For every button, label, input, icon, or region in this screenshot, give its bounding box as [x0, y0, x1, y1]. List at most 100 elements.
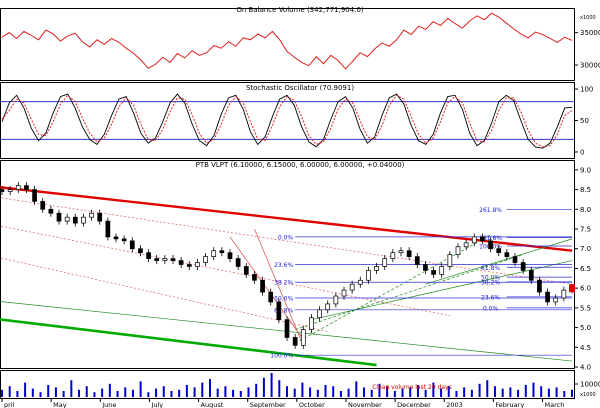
candle-body	[545, 291, 550, 303]
candle-body	[121, 238, 127, 242]
candle-body	[414, 256, 420, 265]
candle-body	[15, 185, 21, 190]
volume-bar	[332, 386, 335, 397]
candle-body	[178, 260, 184, 265]
stochastic-tick-label: 50	[580, 117, 589, 125]
volume-bar	[262, 377, 265, 397]
volume-bar	[555, 387, 558, 397]
price-tick-label: 5.0	[580, 324, 591, 332]
volume-bar	[47, 385, 50, 397]
volume-bar	[54, 387, 57, 397]
volume-bar	[563, 391, 566, 397]
candle-body	[537, 279, 542, 293]
volume-bar	[116, 391, 119, 397]
volume-bar	[247, 387, 250, 397]
candle-body	[480, 236, 485, 242]
volume-bar	[1, 389, 3, 397]
candle-body	[528, 270, 534, 281]
candle-body	[7, 189, 13, 192]
technical-chart: 35000 30000 x1000 100 50 0 9.0 8.5 8.0 7.5 7.0 6.…	[0, 0, 600, 408]
volume-bar	[239, 391, 242, 397]
x-tick-label: pril	[4, 401, 15, 408]
candle-body	[292, 337, 298, 346]
x-tick-label: February	[495, 401, 524, 408]
candle-body	[349, 283, 355, 291]
price-tick-label: 8.0	[580, 206, 591, 214]
fibonacci-level-label: 0.0%	[278, 234, 294, 241]
volume-annotation: Clean volume last 20 days	[372, 384, 452, 391]
candle-body	[398, 250, 404, 254]
volume-bar	[509, 387, 512, 397]
price-tick-label: 4.0	[580, 364, 591, 372]
fibonacci-extension-label: 23.6%	[481, 294, 500, 301]
candle-body	[333, 295, 339, 305]
price-title: PTB VLPT (6.10000, 6.15000, 6.00000, 6.0…	[196, 161, 405, 169]
volume-bar	[93, 392, 96, 397]
volume-bar	[363, 387, 366, 397]
candle-body	[268, 291, 274, 303]
candle-body	[227, 252, 233, 259]
volume-bar	[16, 391, 19, 397]
volume-bar	[193, 387, 196, 397]
volume-bar	[486, 380, 489, 397]
candle-body	[243, 266, 249, 275]
candle-body	[366, 270, 371, 281]
price-tick-label: 9.0	[580, 166, 591, 174]
price-tick-label: 8.5	[580, 186, 591, 194]
volume-bar	[255, 383, 258, 397]
volume-bar	[393, 391, 396, 397]
candle-body	[561, 289, 567, 299]
volume-bar	[316, 389, 319, 397]
volume-bar	[139, 381, 142, 397]
candle-body	[471, 236, 477, 244]
fibonacci-level-label: 38.2%	[274, 280, 293, 287]
volume-bar	[70, 380, 73, 397]
candle-body	[252, 274, 257, 281]
candle-body	[374, 266, 379, 271]
candle-body	[431, 270, 436, 275]
volume-bar	[547, 388, 550, 397]
volume-bar	[270, 373, 273, 397]
candle-body	[553, 297, 559, 303]
candle-body	[154, 258, 160, 261]
volume-bar	[493, 386, 496, 397]
candle-body	[463, 242, 469, 248]
volume-bar	[347, 388, 350, 397]
x-tick-label: November	[348, 401, 382, 408]
x-tick-label: September	[250, 401, 286, 408]
volume-bar	[216, 388, 219, 397]
obv-tick-label: 35000	[580, 29, 600, 37]
price-tick-label: 7.0	[580, 245, 591, 253]
x-tick-label: March	[545, 401, 565, 408]
candle-body	[455, 246, 461, 255]
candle-body	[105, 220, 111, 238]
candle-body	[195, 262, 200, 267]
fibonacci-level-label: 100.0%	[270, 353, 293, 360]
volume-bar	[178, 389, 181, 397]
volume-bar	[101, 388, 104, 397]
volume-bar	[501, 388, 504, 397]
volume-bar	[355, 381, 358, 397]
volume-bar	[517, 389, 520, 397]
candle-body	[325, 303, 331, 311]
volume-bar	[170, 391, 173, 397]
volume-unit-label: x1000	[580, 392, 596, 398]
candle-body	[0, 189, 5, 192]
volume-bar	[208, 379, 211, 397]
price-tick-label: 6.0	[580, 285, 591, 293]
last-price-marker	[569, 284, 575, 293]
candle-body	[211, 250, 217, 257]
candle-body	[146, 252, 151, 259]
candle-body	[447, 254, 453, 267]
candle-body	[317, 309, 322, 319]
volume-bar	[301, 382, 304, 397]
candle-body	[300, 329, 306, 346]
candle-body	[235, 258, 241, 267]
volume-bar	[185, 385, 188, 397]
volume-bar	[455, 391, 458, 397]
obv-unit-label: x1000	[580, 15, 596, 21]
candle-body	[24, 185, 29, 190]
stochastic-tick-label: 100	[580, 86, 593, 94]
volume-bar	[532, 382, 535, 397]
candle-body	[382, 258, 388, 267]
